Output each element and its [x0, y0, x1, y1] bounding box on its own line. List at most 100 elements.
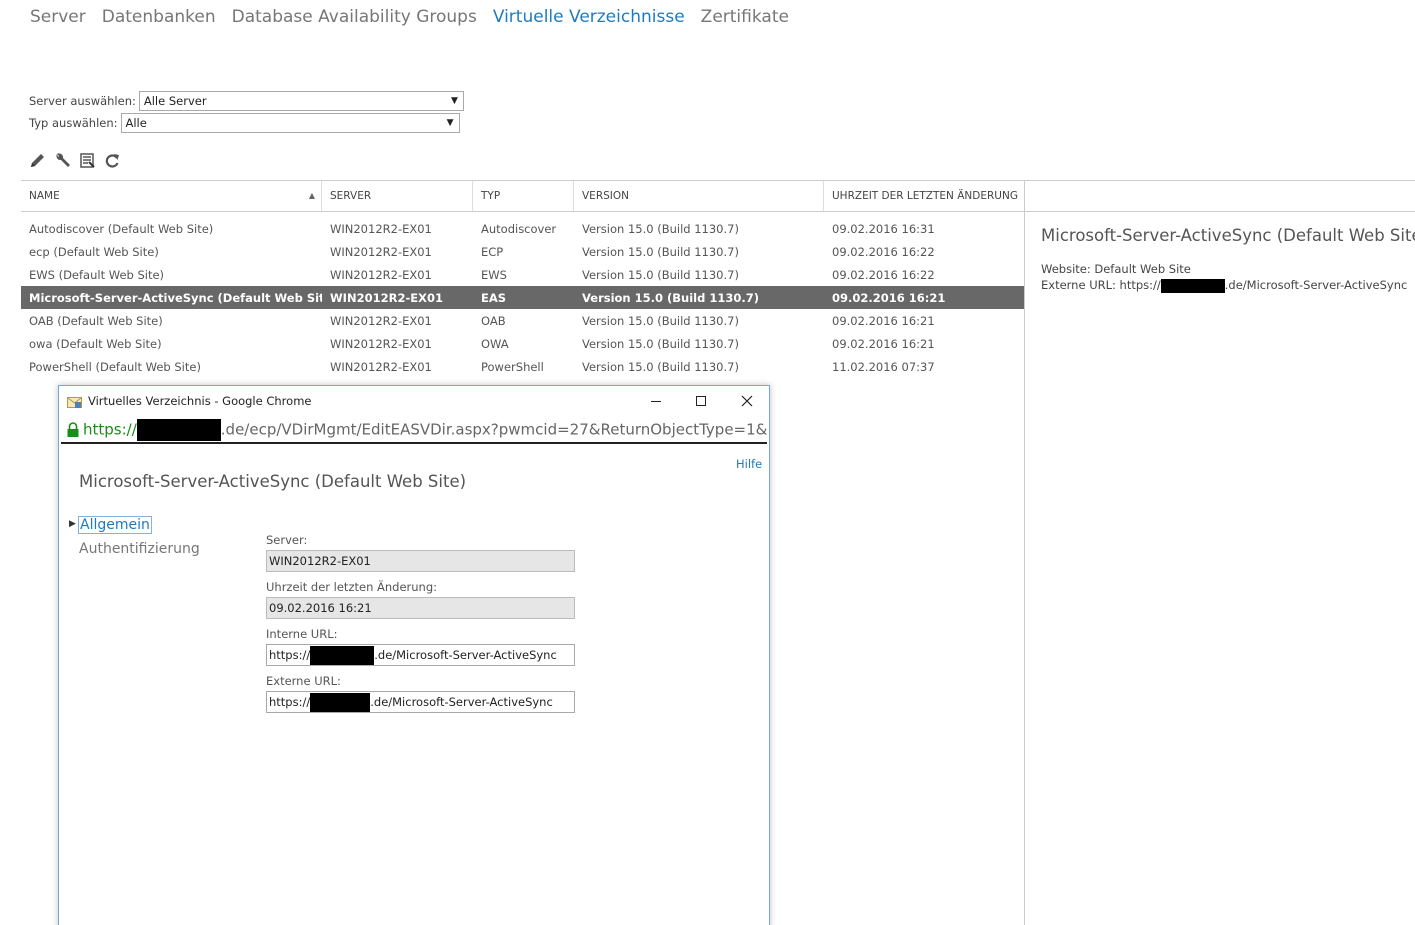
cell-name: Microsoft-Server-ActiveSync (Default Web… [29, 290, 322, 305]
table-row[interactable]: OAB (Default Web Site) WIN2012R2-EX01 OA… [21, 309, 1024, 332]
sort-ascending-icon: ▲ [308, 191, 315, 200]
section-general[interactable]: Allgemein [78, 516, 152, 534]
cell-type: EWS [481, 267, 507, 282]
cell-server: WIN2012R2-EX01 [330, 244, 432, 259]
help-link[interactable]: Hilfe [736, 457, 762, 471]
list-header: NAME ▲ SERVER TYP VERSION UHRZEIT DER LE… [21, 180, 1024, 212]
redacted-block [136, 418, 221, 441]
window-title: Virtuelles Verzeichnis - Google Chrome [88, 394, 312, 408]
cell-server: WIN2012R2-EX01 [330, 336, 432, 351]
dropdown-arrow-icon: ▼ [446, 118, 454, 128]
maximize-icon[interactable] [686, 389, 716, 413]
window-titlebar[interactable]: Virtuelles Verzeichnis - Google Chrome [59, 386, 769, 416]
column-header-modified[interactable]: UHRZEIT DER LETZTEN ÄNDERUNG [824, 181, 1024, 211]
cell-version: Version 15.0 (Build 1130.7) [582, 221, 739, 236]
cell-modified: 11.02.2016 07:37 [832, 359, 935, 374]
type-select[interactable]: Alle ▼ [120, 113, 460, 133]
edit-pencil-icon[interactable] [28, 151, 46, 169]
section-authentication[interactable]: Authentifizierung [79, 541, 200, 557]
caret-right-icon: ▶ [69, 519, 76, 529]
cell-version: Version 15.0 (Build 1130.7) [582, 313, 739, 328]
cell-name: owa (Default Web Site) [29, 336, 162, 351]
cell-server: WIN2012R2-EX01 [330, 290, 443, 305]
cell-type: EAS [481, 290, 507, 305]
cell-type: OWA [481, 336, 509, 351]
details-website: Website: Default Web Site [1041, 262, 1191, 276]
nav-tab-dag[interactable]: Database Availability Groups [232, 7, 477, 31]
cell-server: WIN2012R2-EX01 [330, 267, 432, 282]
internal-url-label: Interne URL: [266, 627, 338, 641]
cell-type: ECP [481, 244, 504, 259]
cell-name: EWS (Default Web Site) [29, 267, 165, 282]
nav-tab-databases[interactable]: Datenbanken [102, 7, 216, 31]
table-row[interactable]: EWS (Default Web Site) WIN2012R2-EX01 EW… [21, 263, 1024, 286]
column-header-name[interactable]: NAME ▲ [21, 181, 322, 211]
popup-heading: Microsoft-Server-ActiveSync (Default Web… [79, 472, 467, 491]
cell-type: OAB [481, 313, 506, 328]
lock-icon [66, 421, 80, 438]
top-navigation: Server Datenbanken Database Availability… [30, 7, 805, 31]
external-url-field[interactable]: https://.de/Microsoft-Server-ActiveSync [266, 691, 575, 713]
cell-server: WIN2012R2-EX01 [330, 221, 432, 236]
redacted-block [1160, 278, 1225, 293]
server-filter-label: Server auswählen: [29, 94, 136, 108]
server-select[interactable]: Alle Server ▼ [138, 91, 464, 111]
nav-tab-certificates[interactable]: Zertifikate [701, 7, 789, 31]
column-header-server[interactable]: SERVER [322, 181, 473, 211]
column-header-type[interactable]: TYP [473, 181, 574, 211]
cell-type: PowerShell [481, 359, 544, 374]
list-rows: Autodiscover (Default Web Site) WIN2012R… [21, 212, 1024, 378]
type-select-value: Alle [125, 116, 147, 130]
external-url-label: Externe URL: [266, 674, 341, 688]
modified-label: Uhrzeit der letzten Änderung: [266, 580, 438, 594]
cell-modified: 09.02.2016 16:21 [832, 336, 935, 351]
server-field: WIN2012R2-EX01 [266, 550, 575, 572]
close-icon[interactable] [732, 389, 762, 413]
nav-tab-server[interactable]: Server [30, 7, 86, 31]
cell-version: Version 15.0 (Build 1130.7) [582, 359, 739, 374]
details-external-url: Externe URL: https://.de/Microsoft-Serve… [1041, 278, 1408, 293]
nav-tab-virtual-directories[interactable]: Virtuelle Verzeichnisse [493, 7, 685, 31]
cell-version: Version 15.0 (Build 1130.7) [582, 244, 739, 259]
details-pane: Microsoft-Server-ActiveSync (Default Web… [1024, 180, 1415, 925]
cell-server: WIN2012R2-EX01 [330, 359, 432, 374]
internal-url-field[interactable]: https://.de/Microsoft-Server-ActiveSync [266, 644, 575, 666]
details-title: Microsoft-Server-ActiveSync (Default Web… [1041, 226, 1415, 245]
server-filter-row: Server auswählen: Alle Server ▼ [29, 91, 464, 111]
table-row[interactable]: owa (Default Web Site) WIN2012R2-EX01 OW… [21, 332, 1024, 355]
cell-name: ecp (Default Web Site) [29, 244, 159, 259]
type-filter-label: Typ auswählen: [29, 116, 118, 130]
exchange-app-icon [67, 394, 82, 408]
properties-icon[interactable] [78, 151, 96, 169]
cell-modified: 09.02.2016 16:31 [832, 221, 935, 236]
refresh-icon[interactable] [103, 151, 121, 169]
table-row[interactable]: PowerShell (Default Web Site) WIN2012R2-… [21, 355, 1024, 378]
cell-name: OAB (Default Web Site) [29, 313, 163, 328]
cell-modified: 09.02.2016 16:22 [832, 267, 935, 282]
wrench-icon[interactable] [53, 151, 71, 169]
virtual-directories-list: NAME ▲ SERVER TYP VERSION UHRZEIT DER LE… [21, 180, 1024, 378]
minimize-icon[interactable] [641, 389, 671, 413]
cell-name: PowerShell (Default Web Site) [29, 359, 201, 374]
toolbar [28, 151, 128, 169]
cell-server: WIN2012R2-EX01 [330, 313, 432, 328]
server-label: Server: [266, 533, 308, 547]
dropdown-arrow-icon: ▼ [450, 96, 458, 106]
url-text: https://.de/ecp/VDirMgmt/EditEASVDir.asp… [83, 418, 767, 441]
table-row[interactable]: ecp (Default Web Site) WIN2012R2-EX01 EC… [21, 240, 1024, 263]
cell-version: Version 15.0 (Build 1130.7) [582, 290, 759, 305]
modified-field: 09.02.2016 16:21 [266, 597, 575, 619]
cell-version: Version 15.0 (Build 1130.7) [582, 267, 739, 282]
table-row-selected[interactable]: Microsoft-Server-ActiveSync (Default Web… [21, 286, 1024, 309]
cell-modified: 09.02.2016 16:22 [832, 244, 935, 259]
server-select-value: Alle Server [143, 94, 207, 108]
cell-modified: 09.02.2016 16:21 [832, 313, 935, 328]
table-row[interactable]: Autodiscover (Default Web Site) WIN2012R… [21, 217, 1024, 240]
column-header-version[interactable]: VERSION [574, 181, 824, 211]
cell-modified: 09.02.2016 16:21 [832, 290, 946, 305]
address-bar[interactable]: https://.de/ecp/VDirMgmt/EditEASVDir.asp… [61, 417, 767, 444]
type-filter-row: Typ auswählen: Alle ▼ [29, 113, 460, 133]
redacted-block [310, 645, 375, 665]
details-header-band [1025, 180, 1415, 212]
cell-name: Autodiscover (Default Web Site) [29, 221, 214, 236]
